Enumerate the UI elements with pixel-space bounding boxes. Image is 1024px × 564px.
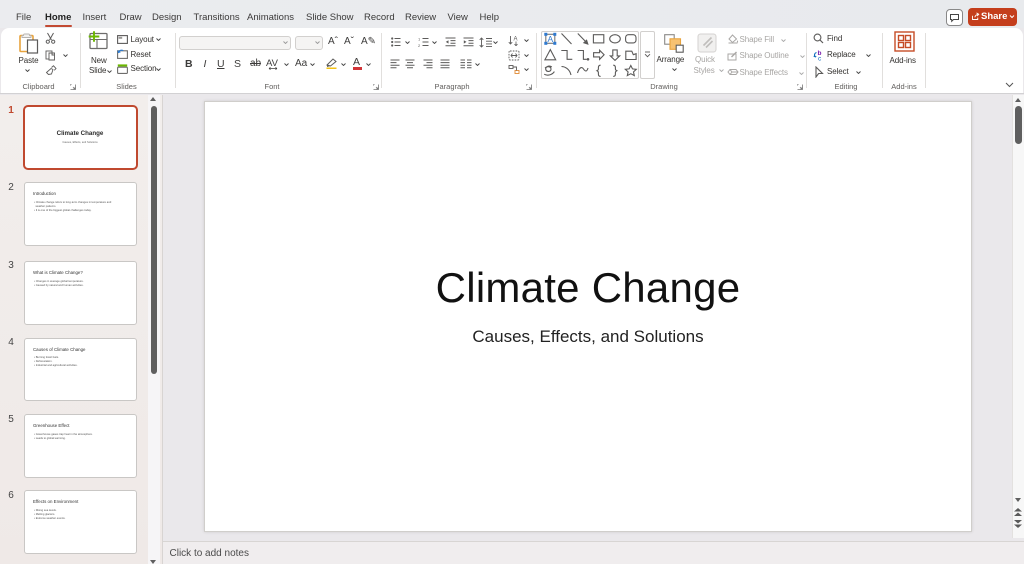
svg-text:AV: AV [266,58,279,69]
svg-text:A: A [548,34,554,44]
svg-text:1: 1 [418,37,421,41]
svg-text:A: A [514,37,518,43]
svg-text:2: 2 [418,43,421,47]
